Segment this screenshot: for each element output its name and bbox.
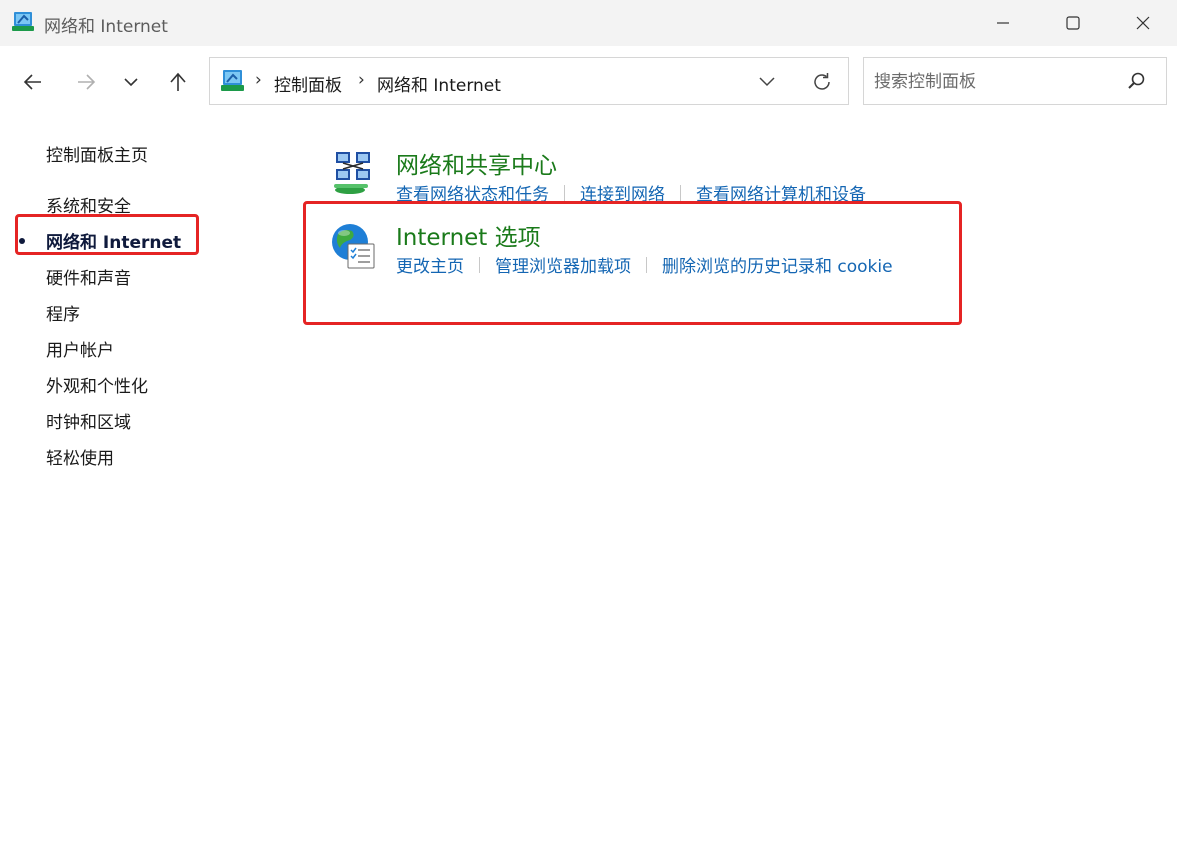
- sidebar: 控制面板主页 系统和安全 网络和 Internet 硬件和声音 程序 用户帐户 …: [0, 118, 280, 861]
- sidebar-item-control-panel-home[interactable]: 控制面板主页: [46, 141, 148, 166]
- window-title: 网络和 Internet: [44, 17, 168, 37]
- breadcrumb-control-panel[interactable]: 控制面板: [274, 71, 342, 96]
- minimize-icon: [997, 22, 1009, 24]
- recent-locations-button[interactable]: [113, 64, 149, 100]
- address-dropdown-button[interactable]: [756, 70, 778, 96]
- chevron-right-icon: ›: [358, 70, 365, 90]
- sidebar-item-programs[interactable]: 程序: [46, 300, 80, 325]
- chevron-down-icon: [759, 77, 775, 87]
- search-box[interactable]: [863, 57, 1167, 105]
- network-sharing-center-title[interactable]: 网络和共享中心: [396, 146, 557, 180]
- address-bar[interactable]: › 控制面板 › 网络和 Internet: [209, 57, 849, 105]
- search-input[interactable]: [865, 59, 1126, 105]
- control-panel-icon: [220, 69, 246, 97]
- sidebar-item-ease-of-access[interactable]: 轻松使用: [46, 444, 114, 469]
- back-arrow-icon: [23, 74, 41, 90]
- search-icon[interactable]: [1126, 70, 1148, 96]
- close-button[interactable]: [1108, 0, 1177, 46]
- refresh-icon: [814, 73, 830, 90]
- link-separator: [564, 184, 565, 201]
- sidebar-item-clock-region[interactable]: 时钟和区域: [46, 408, 131, 433]
- maximize-icon: [1066, 16, 1080, 30]
- link-separator: [680, 184, 681, 201]
- sidebar-item-hardware-sound[interactable]: 硬件和声音: [46, 264, 131, 289]
- control-panel-icon: [12, 11, 36, 37]
- chevron-down-icon: [124, 78, 138, 87]
- up-button[interactable]: [160, 64, 196, 100]
- breadcrumb-network-internet[interactable]: 网络和 Internet: [377, 71, 501, 96]
- maximize-button[interactable]: [1038, 0, 1108, 46]
- navigation-bar: › 控制面板 › 网络和 Internet: [0, 46, 1177, 118]
- sidebar-item-user-accounts[interactable]: 用户帐户: [46, 336, 114, 361]
- sidebar-item-appearance[interactable]: 外观和个性化: [46, 372, 148, 397]
- close-icon: [1136, 16, 1150, 30]
- back-button[interactable]: [15, 64, 51, 100]
- network-sharing-icon: [330, 150, 376, 202]
- chevron-right-icon: ›: [255, 70, 262, 90]
- forward-button[interactable]: [68, 64, 104, 100]
- refresh-button[interactable]: [810, 70, 834, 98]
- up-arrow-icon: [170, 72, 186, 91]
- highlight-box-sidebar: [15, 214, 199, 255]
- minimize-button[interactable]: [968, 0, 1038, 46]
- highlight-box-internet-options: [303, 201, 962, 325]
- forward-arrow-icon: [78, 74, 96, 90]
- title-bar: 网络和 Internet: [0, 0, 1177, 46]
